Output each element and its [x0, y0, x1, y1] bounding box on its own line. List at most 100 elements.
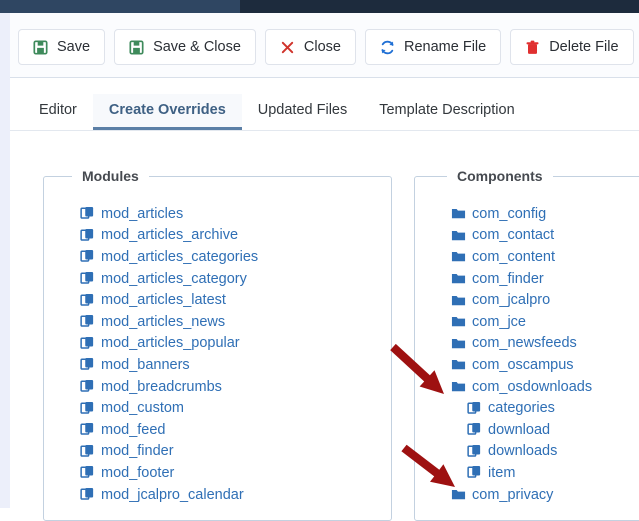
list-item[interactable]: mod_articles_archive: [44, 225, 391, 247]
override-link[interactable]: com_jcalpro: [472, 292, 550, 308]
list-item[interactable]: com_finder: [415, 268, 639, 290]
tab-create-overrides[interactable]: Create Overrides: [92, 94, 242, 130]
delete-file-button[interactable]: Delete File: [510, 29, 634, 65]
override-link[interactable]: item: [488, 465, 515, 481]
close-x-icon: [280, 40, 295, 55]
toolbar-button-label: Save & Close: [153, 39, 241, 55]
folder-icon: [451, 206, 466, 221]
override-link[interactable]: mod_articles_categories: [101, 249, 258, 265]
list-item[interactable]: mod_articles: [44, 203, 391, 225]
copy-file-icon: [80, 293, 95, 308]
toolbar-button-label: Save: [57, 39, 91, 55]
override-link[interactable]: downloads: [488, 443, 557, 459]
override-link[interactable]: mod_articles: [101, 206, 183, 222]
override-link[interactable]: com_content: [472, 249, 555, 265]
list-item[interactable]: com_osdownloads: [415, 376, 639, 398]
list-item[interactable]: mod_breadcrumbs: [44, 376, 391, 398]
override-link[interactable]: download: [488, 422, 550, 438]
copy-file-icon: [80, 336, 95, 351]
save-close-button[interactable]: Save & Close: [114, 29, 256, 65]
override-link[interactable]: mod_custom: [101, 400, 184, 416]
modules-panel-legend: Modules: [72, 168, 149, 184]
override-link[interactable]: mod_footer: [101, 465, 174, 481]
tab-bar: Editor Create Overrides Updated Files Templ…: [23, 92, 531, 130]
override-link[interactable]: mod_articles_archive: [101, 227, 238, 243]
tab-editor[interactable]: Editor: [23, 94, 93, 130]
override-link[interactable]: mod_banners: [101, 357, 190, 373]
list-item[interactable]: categories: [415, 397, 639, 419]
folder-icon: [451, 357, 466, 372]
override-link[interactable]: com_finder: [472, 271, 544, 287]
list-item[interactable]: com_oscampus: [415, 354, 639, 376]
trash-icon: [525, 40, 540, 55]
components-panel: Components com_config com_contact com_cont…: [414, 168, 639, 521]
titlebar-accent: [0, 0, 240, 13]
folder-icon: [451, 379, 466, 394]
folder-icon: [451, 271, 466, 286]
list-item[interactable]: com_jcalpro: [415, 289, 639, 311]
list-item[interactable]: com_jce: [415, 311, 639, 333]
override-link[interactable]: mod_finder: [101, 443, 174, 459]
override-link[interactable]: com_oscampus: [472, 357, 574, 373]
rename-file-button[interactable]: Rename File: [365, 29, 502, 65]
save-icon: [129, 39, 144, 55]
override-link[interactable]: mod_breadcrumbs: [101, 379, 222, 395]
list-item[interactable]: item: [415, 462, 639, 484]
tab-updated-files[interactable]: Updated Files: [242, 94, 363, 130]
toolbar-button-label: Close: [303, 39, 341, 55]
override-link[interactable]: mod_articles_latest: [101, 292, 226, 308]
list-item[interactable]: mod_articles_categories: [44, 246, 391, 268]
copy-file-icon: [80, 357, 95, 372]
list-item[interactable]: download: [415, 419, 639, 441]
save-button[interactable]: Save: [18, 29, 106, 65]
list-item[interactable]: mod_banners: [44, 354, 391, 376]
list-item[interactable]: mod_articles_category: [44, 268, 391, 290]
list-item[interactable]: com_content: [415, 246, 639, 268]
override-link[interactable]: mod_articles_category: [101, 271, 247, 287]
copy-file-icon: [80, 228, 95, 243]
list-item[interactable]: mod_finder: [44, 441, 391, 463]
override-link[interactable]: mod_jcalpro_calendar: [101, 487, 244, 503]
override-link[interactable]: com_jce: [472, 314, 526, 330]
copy-file-icon: [80, 271, 95, 286]
folder-icon: [451, 293, 466, 308]
override-link[interactable]: mod_feed: [101, 422, 166, 438]
override-link[interactable]: com_privacy: [472, 487, 553, 503]
page-body: Save Save & Close Close Rename File Delete F…: [0, 13, 639, 521]
list-item[interactable]: mod_footer: [44, 462, 391, 484]
list-item[interactable]: com_privacy: [415, 484, 639, 506]
copy-file-icon: [80, 401, 95, 416]
list-item[interactable]: mod_articles_latest: [44, 289, 391, 311]
override-link[interactable]: com_newsfeeds: [472, 335, 577, 351]
folder-icon: [451, 228, 466, 243]
list-item[interactable]: mod_articles_popular: [44, 333, 391, 355]
copy-file-icon: [80, 379, 95, 394]
list-item[interactable]: mod_feed: [44, 419, 391, 441]
copy-file-icon: [80, 249, 95, 264]
list-item[interactable]: mod_jcalpro_calendar: [44, 484, 391, 506]
copy-file-icon: [467, 422, 482, 437]
list-item[interactable]: com_contact: [415, 225, 639, 247]
override-link[interactable]: com_config: [472, 206, 546, 222]
toolbar-button-label: Rename File: [404, 39, 487, 55]
copy-file-icon: [467, 465, 482, 480]
list-item[interactable]: downloads: [415, 441, 639, 463]
folder-icon: [451, 314, 466, 329]
override-link[interactable]: com_osdownloads: [472, 379, 592, 395]
copy-file-icon: [80, 314, 95, 329]
copy-file-icon: [80, 444, 95, 459]
copy-file-icon: [467, 444, 482, 459]
list-item[interactable]: mod_custom: [44, 397, 391, 419]
list-item[interactable]: mod_articles_news: [44, 311, 391, 333]
refresh-icon: [380, 40, 395, 55]
override-link[interactable]: mod_articles_news: [101, 314, 225, 330]
list-item[interactable]: com_config: [415, 203, 639, 225]
tab-bar-divider: [10, 130, 639, 131]
list-item[interactable]: com_newsfeeds: [415, 333, 639, 355]
override-link[interactable]: categories: [488, 400, 555, 416]
override-link[interactable]: mod_articles_popular: [101, 335, 240, 351]
tab-template-description[interactable]: Template Description: [363, 94, 530, 130]
close-button[interactable]: Close: [264, 29, 356, 65]
override-link[interactable]: com_contact: [472, 227, 554, 243]
window-titlebar: [0, 0, 639, 13]
